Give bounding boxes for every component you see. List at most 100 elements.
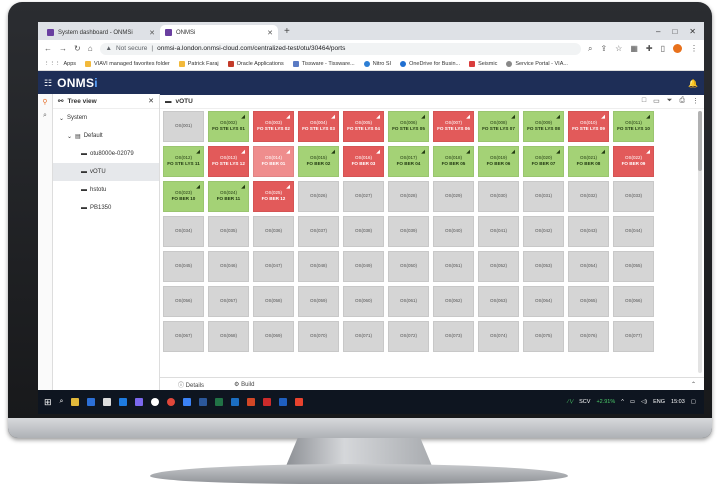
port-tile[interactable]: OS(005) FO STE LYS 04 ◢ bbox=[343, 111, 384, 142]
tree-node-default[interactable]: ⌄ ▤ Default bbox=[53, 127, 159, 145]
port-tile[interactable]: OS(070) bbox=[298, 321, 339, 352]
new-tab-button[interactable]: + bbox=[278, 26, 296, 37]
bookmark-item[interactable]: Seismic bbox=[469, 60, 497, 67]
bookmark-item[interactable]: Tissware - Tissware... bbox=[292, 60, 355, 67]
port-tile[interactable]: OS(063) bbox=[478, 286, 519, 317]
port-tile[interactable]: OS(069) bbox=[253, 321, 294, 352]
port-tile[interactable]: OS(077) bbox=[613, 321, 654, 352]
port-tile[interactable]: OS(040) bbox=[433, 216, 474, 247]
chevron-up-icon[interactable]: ⌃ bbox=[691, 381, 696, 388]
port-tile[interactable]: OS(058) bbox=[253, 286, 294, 317]
port-tile[interactable]: OS(056) bbox=[163, 286, 204, 317]
close-icon[interactable]: ✕ bbox=[149, 29, 155, 37]
port-tile[interactable]: OS(062) bbox=[433, 286, 474, 317]
stock-ticker[interactable]: SCV bbox=[579, 399, 590, 405]
mail-icon[interactable] bbox=[87, 398, 96, 406]
share-icon[interactable]: ⇪ bbox=[600, 44, 607, 54]
bookmark-item[interactable]: OneDrive for Busin... bbox=[400, 60, 460, 67]
port-tile[interactable]: OS(002) FO STE LYS 01 ◢ bbox=[208, 111, 249, 142]
port-tile[interactable]: OS(032) bbox=[568, 181, 609, 212]
network-icon[interactable]: ▭ bbox=[630, 399, 635, 405]
tree-toggle-icon[interactable]: ⚲ bbox=[42, 98, 47, 106]
port-tile[interactable]: OS(053) bbox=[523, 251, 564, 282]
port-tile[interactable]: OS(064) bbox=[523, 286, 564, 317]
bookmark-item[interactable]: Patrick Faraj bbox=[178, 60, 219, 67]
settings-icon[interactable] bbox=[151, 398, 160, 406]
port-tile[interactable]: OS(072) bbox=[388, 321, 429, 352]
port-tile[interactable]: OS(041) bbox=[478, 216, 519, 247]
port-tile[interactable]: OS(026) bbox=[298, 181, 339, 212]
outlook-icon[interactable] bbox=[183, 398, 192, 406]
port-tile[interactable]: OS(033) bbox=[613, 181, 654, 212]
port-tile[interactable]: OS(061) bbox=[388, 286, 429, 317]
filter-icon[interactable]: ⏷ bbox=[667, 97, 673, 105]
port-tile[interactable]: OS(066) bbox=[613, 286, 654, 317]
build-button[interactable]: ⚙ Build bbox=[234, 381, 254, 388]
port-tile[interactable]: OS(023) FO BER 10 ◢ bbox=[163, 181, 204, 212]
tree-node-otu8000e[interactable]: ▬ otu8000e-02079 bbox=[53, 145, 159, 163]
port-tile[interactable]: OS(073) bbox=[433, 321, 474, 352]
port-tile[interactable]: OS(042) bbox=[523, 216, 564, 247]
search-icon[interactable]: ⌕ bbox=[43, 112, 47, 120]
edge-icon[interactable] bbox=[119, 398, 128, 406]
clock[interactable]: 15:03 bbox=[671, 399, 685, 405]
powerpoint-icon[interactable] bbox=[247, 398, 256, 406]
port-tile[interactable]: OS(015) FO BER 02 ◢ bbox=[298, 146, 339, 177]
app-icon[interactable] bbox=[279, 398, 288, 406]
zoom-icon[interactable]: ⌕ bbox=[588, 44, 592, 54]
app-menu-icon[interactable]: ☷ bbox=[44, 78, 52, 89]
menu-icon[interactable]: ⋮ bbox=[690, 44, 698, 54]
tree-node-system[interactable]: ⌄ System bbox=[53, 109, 159, 127]
close-window-button[interactable]: ✕ bbox=[689, 27, 696, 36]
port-tile[interactable]: OS(013) FO STE LYS 12 ◢ bbox=[208, 146, 249, 177]
reload-icon[interactable]: ↻ bbox=[74, 44, 81, 53]
port-tile[interactable]: OS(055) bbox=[613, 251, 654, 282]
port-tile[interactable]: OS(021) FO BER 08 ◢ bbox=[568, 146, 609, 177]
port-tile[interactable]: OS(037) bbox=[298, 216, 339, 247]
port-tile[interactable]: OS(008) FO STE LYS 07 ◢ bbox=[478, 111, 519, 142]
bookmark-item[interactable]: Oracle Applications bbox=[227, 60, 284, 67]
port-tile[interactable]: OS(003) FO STE LYS 02 ◢ bbox=[253, 111, 294, 142]
port-tile[interactable]: OS(075) bbox=[523, 321, 564, 352]
acrobat-icon[interactable] bbox=[263, 398, 272, 406]
port-tile[interactable]: OS(009) FO STE LYS 08 ◢ bbox=[523, 111, 564, 142]
chevron-down-icon[interactable]: ⌄ bbox=[67, 133, 72, 140]
port-tile[interactable]: OS(045) bbox=[163, 251, 204, 282]
more-menu-icon[interactable]: ⋮ bbox=[692, 97, 699, 105]
port-tile[interactable]: OS(067) bbox=[163, 321, 204, 352]
port-tile[interactable]: OS(059) bbox=[298, 286, 339, 317]
minimize-button[interactable]: – bbox=[656, 27, 660, 36]
language-indicator[interactable]: ENG bbox=[653, 399, 665, 405]
port-tile[interactable]: OS(035) bbox=[208, 216, 249, 247]
port-tile[interactable]: OS(020) FO BER 07 ◢ bbox=[523, 146, 564, 177]
port-tile[interactable]: OS(048) bbox=[298, 251, 339, 282]
port-tile[interactable]: OS(030) bbox=[478, 181, 519, 212]
port-tile[interactable]: OS(065) bbox=[568, 286, 609, 317]
browser-tab-onmsi[interactable]: ONMSi ✕ bbox=[160, 25, 278, 40]
port-tile[interactable]: OS(029) bbox=[433, 181, 474, 212]
port-tile[interactable]: OS(027) bbox=[343, 181, 384, 212]
port-tile[interactable]: OS(019) FO BER 06 ◢ bbox=[478, 146, 519, 177]
maximize-button[interactable]: □ bbox=[672, 27, 677, 36]
port-tile[interactable]: OS(022) FO BER 09 ◢ bbox=[613, 146, 654, 177]
excel-icon[interactable] bbox=[215, 398, 224, 406]
bookmark-apps[interactable]: ⋮⋮⋮ Apps bbox=[44, 61, 76, 67]
list-view-icon[interactable]: ▭ bbox=[653, 97, 660, 105]
bookmark-item[interactable]: VIAVI managed favorites folder bbox=[85, 60, 170, 67]
browser-tab-system-dashboard[interactable]: System dashboard - ONMSi ✕ bbox=[42, 25, 160, 40]
export-icon[interactable]: ⎙ bbox=[679, 97, 685, 105]
port-tile[interactable]: OS(004) FO STE LYS 03 ◢ bbox=[298, 111, 339, 142]
port-tile[interactable]: OS(074) bbox=[478, 321, 519, 352]
port-tile[interactable]: OS(014) FO BER 01 ◢ bbox=[253, 146, 294, 177]
app-icon[interactable] bbox=[295, 398, 304, 406]
home-icon[interactable]: ⌂ bbox=[88, 44, 93, 53]
chevron-up-icon[interactable]: ^ bbox=[621, 399, 624, 405]
port-tile[interactable]: OS(017) FO BER 04 ◢ bbox=[388, 146, 429, 177]
port-tile[interactable]: OS(044) bbox=[613, 216, 654, 247]
file-explorer-icon[interactable] bbox=[71, 398, 80, 406]
port-tile[interactable]: OS(076) bbox=[568, 321, 609, 352]
port-tile[interactable]: OS(025) FO BER 12 ◢ bbox=[253, 181, 294, 212]
app-icon[interactable] bbox=[103, 398, 112, 406]
star-icon[interactable]: ☆ bbox=[615, 44, 622, 54]
port-tile[interactable]: OS(046) bbox=[208, 251, 249, 282]
